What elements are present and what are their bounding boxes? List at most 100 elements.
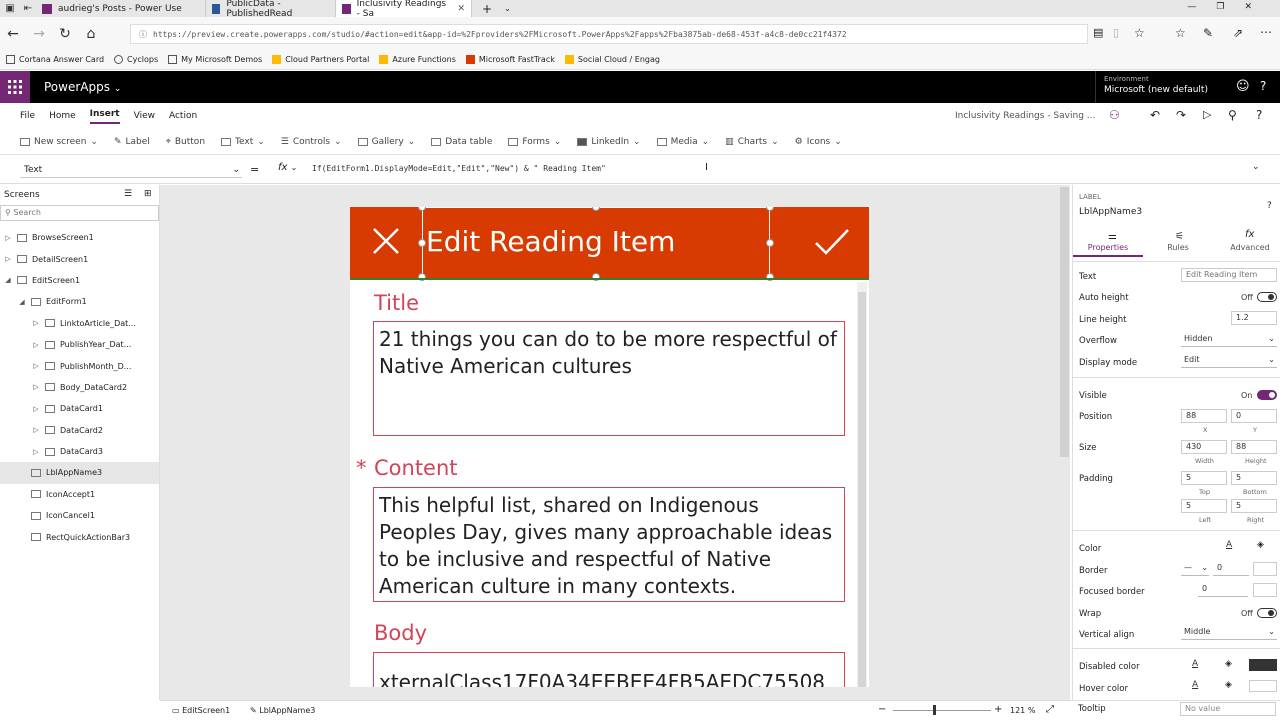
button-button[interactable]: ⌖ Button bbox=[166, 137, 205, 147]
more-icon[interactable]: ⋯ bbox=[1260, 25, 1272, 39]
visible-toggle[interactable] bbox=[1257, 390, 1277, 400]
menu-view[interactable]: View bbox=[134, 111, 155, 121]
tree-node[interactable]: IconCancel1 bbox=[0, 505, 159, 526]
disabled-color-swatch[interactable] bbox=[1249, 659, 1277, 671]
form-scrollbar[interactable] bbox=[857, 282, 867, 687]
play-icon[interactable]: ▷ bbox=[1203, 108, 1211, 121]
chevron-down-icon[interactable]: ⌄ bbox=[504, 4, 511, 13]
favorite-item[interactable]: Microsoft FastTrack bbox=[465, 55, 555, 64]
tree-node[interactable]: RectQuickActionBar3 bbox=[0, 526, 159, 547]
window-controls[interactable]: —❐✕ bbox=[1187, 2, 1272, 12]
environment-picker[interactable]: Environment Microsoft (new default) bbox=[1095, 71, 1225, 103]
padding-right-input[interactable]: 5 bbox=[1231, 499, 1277, 513]
refresh-icon[interactable]: ↻ bbox=[52, 26, 78, 42]
content-input[interactable]: This helpful list, shared on Indigenous … bbox=[373, 487, 845, 602]
expand-formula-icon[interactable]: ⌄ bbox=[1252, 162, 1260, 172]
expand-chevron-icon[interactable]: ▷ bbox=[32, 383, 40, 391]
hover-font-color-button[interactable]: A bbox=[1192, 680, 1198, 690]
smiley-icon[interactable]: ☺ bbox=[1236, 79, 1250, 94]
help-icon[interactable]: ? bbox=[1267, 201, 1272, 211]
reading-view-icon[interactable]: ▤ bbox=[1093, 26, 1103, 39]
user-icon[interactable]: ⚲ bbox=[1228, 108, 1237, 122]
tree-node[interactable]: ◢ EditForm1 bbox=[0, 291, 159, 312]
back-tabs-icon[interactable]: ⇤ bbox=[20, 3, 36, 14]
resize-handle[interactable] bbox=[418, 239, 426, 247]
app-launcher-waffle-icon[interactable] bbox=[0, 71, 30, 103]
tree-node[interactable]: ▷ DataCard3 bbox=[0, 441, 159, 462]
padding-left-input[interactable]: 5 bbox=[1181, 499, 1227, 513]
tree-node[interactable]: IconAccept1 bbox=[0, 484, 159, 505]
tree-node[interactable]: LblAppName3 bbox=[0, 462, 159, 484]
font-color-button[interactable]: A bbox=[1226, 540, 1232, 550]
height-input[interactable]: 88 bbox=[1231, 440, 1277, 454]
new-tab-icon[interactable]: + bbox=[482, 2, 492, 16]
expand-chevron-icon[interactable]: ◢ bbox=[18, 298, 26, 306]
expand-chevron-icon[interactable]: ▷ bbox=[32, 405, 40, 413]
help-icon[interactable]: ? bbox=[1260, 79, 1266, 93]
controls-button[interactable]: ☰ Controls ⌄ bbox=[281, 137, 342, 147]
favorite-item[interactable]: Cloud Partners Portal bbox=[272, 55, 369, 64]
menu-file[interactable]: File bbox=[20, 111, 35, 121]
forms-button[interactable]: Forms ⌄ bbox=[508, 137, 561, 147]
tree-node[interactable]: ▷ PublishMonth_D... bbox=[0, 355, 159, 376]
gallery-button[interactable]: Gallery ⌄ bbox=[357, 137, 415, 147]
browser-tab-3[interactable]: Inclusivity Readings - Sa ✕ bbox=[336, 0, 472, 19]
linkedin-button[interactable]: LinkedIn ⌄ bbox=[577, 137, 641, 147]
scrollbar-thumb[interactable] bbox=[858, 292, 866, 687]
autoheight-toggle[interactable] bbox=[1257, 292, 1277, 302]
canvas-scrollbar[interactable] bbox=[1060, 187, 1069, 457]
help-icon[interactable]: ? bbox=[1256, 108, 1262, 122]
tab-rules[interactable]: Rules bbox=[1143, 243, 1213, 252]
tab-advanced[interactable]: Advanced bbox=[1215, 243, 1280, 252]
position-y-input[interactable]: 0 bbox=[1231, 409, 1277, 423]
body-input[interactable]: xternalClass17F0A34EEBEE4FB5AEDC75508 bbox=[373, 652, 845, 687]
grid-view-icon[interactable]: ⊞ bbox=[144, 189, 152, 199]
zoom-out-icon[interactable]: − bbox=[878, 704, 886, 715]
back-arrow-icon[interactable]: ← bbox=[0, 26, 26, 42]
expand-chevron-icon[interactable]: ▷ bbox=[4, 255, 12, 263]
tab-properties[interactable]: Properties bbox=[1073, 243, 1143, 252]
formula-input[interactable]: If(EditForm1.DisplayMode=Edit,"Edit","Ne… bbox=[312, 164, 606, 173]
tree-node[interactable]: ▷ LinktoArticle_Dat... bbox=[0, 313, 159, 334]
tree-node[interactable]: ▷ BrowseScreen1 bbox=[0, 227, 159, 248]
zoom-slider-track[interactable] bbox=[893, 710, 991, 711]
valign-dropdown[interactable]: Middle ⌄ bbox=[1181, 626, 1277, 640]
tree-node[interactable]: ▷ Body_DataCard2 bbox=[0, 377, 159, 398]
fill-bucket-icon[interactable]: ◈ bbox=[1225, 680, 1232, 690]
property-dropdown[interactable]: Text ⌄ bbox=[20, 162, 242, 178]
padding-top-input[interactable]: 5 bbox=[1181, 471, 1227, 485]
text-button[interactable]: Text ⌄ bbox=[221, 137, 265, 147]
book-icon[interactable]: ▯ bbox=[1113, 26, 1119, 39]
tree-node[interactable]: ◢ EditScreen1 bbox=[0, 270, 159, 291]
label-button[interactable]: ✎ Label bbox=[114, 137, 150, 147]
displaymode-dropdown[interactable]: Edit ⌄ bbox=[1181, 354, 1277, 368]
tree-search-input[interactable]: ⚲ Search bbox=[0, 205, 159, 221]
overflow-dropdown[interactable]: Hidden ⌄ bbox=[1181, 333, 1277, 347]
tree-node[interactable]: ▷ DataCard1 bbox=[0, 398, 159, 419]
tree-node[interactable]: ▷ DataCard2 bbox=[0, 420, 159, 441]
disabled-font-color-button[interactable]: A bbox=[1192, 659, 1198, 669]
lineheight-input[interactable]: 1.2 bbox=[1231, 311, 1277, 325]
browser-tab-2[interactable]: PublicData - PublishedRead bbox=[206, 0, 336, 19]
border-width-input[interactable]: 0 bbox=[1213, 562, 1249, 576]
favorite-item[interactable]: Cortana Answer Card bbox=[6, 55, 104, 64]
favorite-item[interactable]: Azure Functions bbox=[379, 55, 456, 64]
hover-color-swatch[interactable] bbox=[1249, 680, 1277, 692]
resize-handle[interactable] bbox=[766, 207, 774, 211]
resize-handle[interactable] bbox=[766, 239, 774, 247]
favorites-hub-icon[interactable]: ☆ bbox=[1175, 26, 1186, 40]
padding-bottom-input[interactable]: 5 bbox=[1231, 471, 1277, 485]
header-title-label[interactable]: Edit Reading Item bbox=[426, 225, 675, 258]
browser-tab-1[interactable]: audrieg's Posts - Power Use bbox=[36, 0, 206, 17]
tab-actions-icon[interactable]: ▣ bbox=[0, 3, 20, 14]
fill-bucket-icon[interactable]: ◈ bbox=[1257, 540, 1264, 550]
tree-node[interactable]: ▷ PublishYear_Dat... bbox=[0, 334, 159, 355]
share-icon[interactable]: ⇗ bbox=[1233, 26, 1243, 40]
data-table-button[interactable]: Data table bbox=[431, 137, 492, 147]
app-name[interactable]: PowerApps ⌄ bbox=[44, 80, 121, 94]
new-screen-button[interactable]: New screen ⌄ bbox=[20, 137, 98, 147]
menu-insert[interactable]: Insert bbox=[89, 109, 120, 124]
redo-icon[interactable]: ↷ bbox=[1176, 108, 1186, 122]
focused-border-input[interactable]: 0 bbox=[1198, 583, 1248, 597]
menu-action[interactable]: Action bbox=[169, 111, 197, 121]
